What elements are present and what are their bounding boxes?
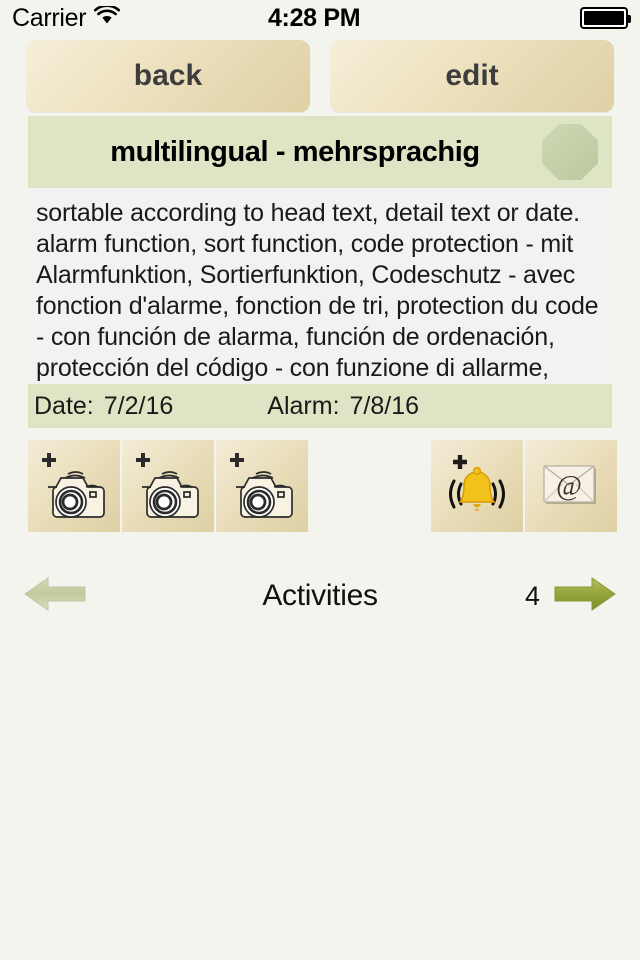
add-photo-2-button[interactable] [122,440,214,532]
record-header[interactable]: multilingual - mehrsprachig [28,116,612,188]
envelope-at-icon: @ [543,465,596,504]
camera-plus-icon [136,453,199,518]
status-bar-clock: 4:28 PM [267,3,361,32]
add-photo-3-button[interactable] [216,440,308,532]
status-bar: Carrier 4:28 PM [0,0,640,36]
wifi-icon [94,4,121,30]
list-title: Activities [262,579,378,612]
battery-cap [628,15,631,23]
svg-text:@: @ [556,471,582,502]
camera-plus-icon [230,453,293,518]
add-alarm-button[interactable] [431,440,523,532]
status-bar-left: Carrier [12,3,121,33]
bottom-navigation-bar: Activities 4 [0,562,640,630]
add-photo-1-button[interactable] [28,440,120,532]
page-title: multilingual - mehrsprachig [110,135,480,168]
alarm-group: Alarm: 7/8/16 [267,392,419,421]
action-button-row: @ [0,440,640,532]
arrow-right-icon [554,576,616,611]
next-button[interactable] [552,570,618,623]
email-button[interactable]: @ [525,440,617,532]
camera-plus-icon [42,453,105,518]
status-bar-right [508,7,631,29]
octagon-badge-icon [542,124,598,180]
bell-plus-icon [449,455,505,511]
date-group: Date: 7/2/16 [28,392,173,421]
back-button[interactable]: back [26,40,310,112]
alarm-value: 7/8/16 [349,391,420,420]
record-count: 4 [524,580,540,611]
battery-level-fill [584,11,624,25]
date-value: 7/2/16 [103,391,174,420]
date-alarm-bar: Date: 7/2/16 Alarm: 7/8/16 [28,384,612,428]
alarm-label: Alarm: [267,391,340,420]
carrier-label: Carrier [12,3,87,32]
date-label: Date: [34,391,94,420]
edit-button[interactable]: edit [330,40,614,112]
battery-full-icon [580,7,631,29]
detail-text-area[interactable]: sortable according to head text, detail … [28,188,612,384]
top-toolbar: back edit [0,40,640,112]
